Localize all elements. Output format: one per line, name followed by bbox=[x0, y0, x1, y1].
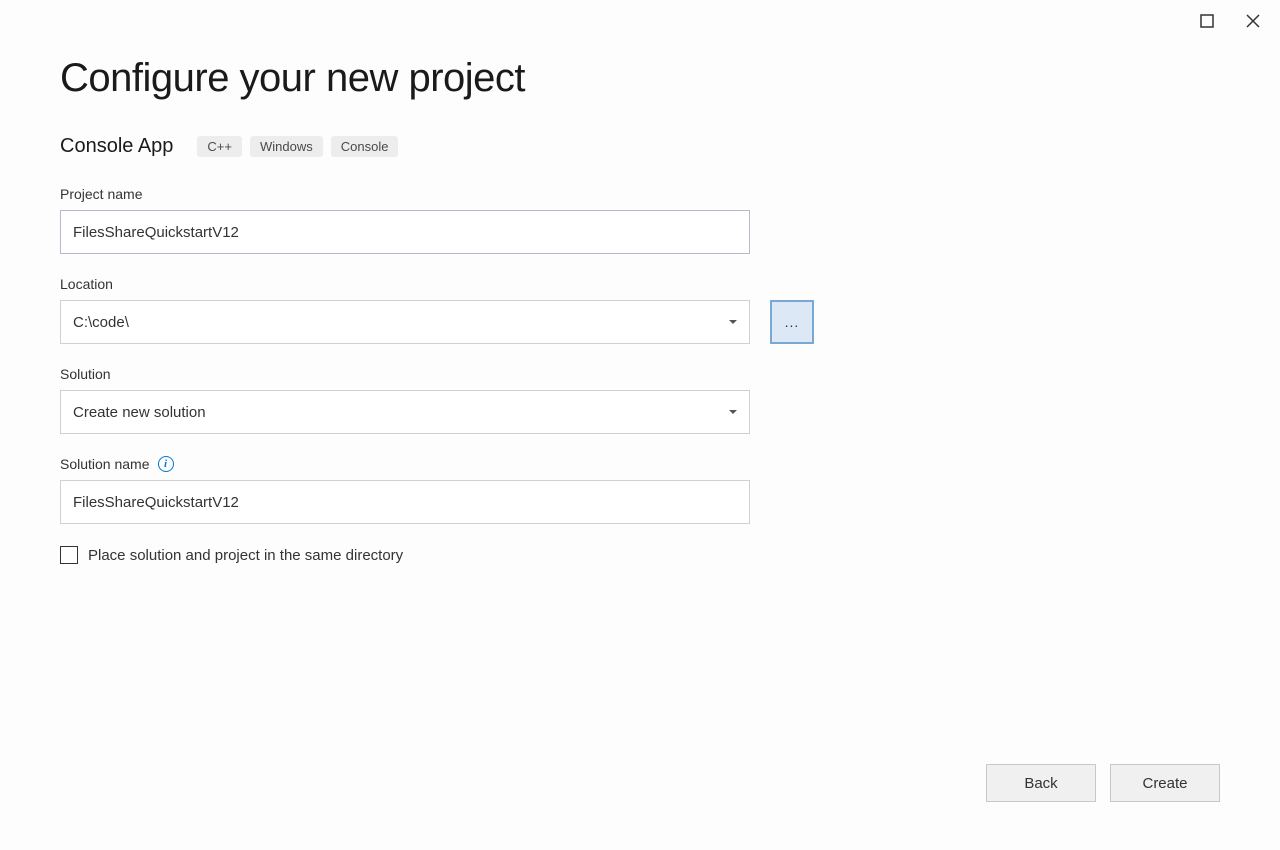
solution-name-label: Solution name bbox=[60, 456, 150, 472]
same-directory-label: Place solution and project in the same d… bbox=[88, 547, 403, 564]
solution-label: Solution bbox=[60, 366, 1220, 382]
create-button[interactable]: Create bbox=[1110, 764, 1220, 802]
tag-windows: Windows bbox=[250, 136, 323, 157]
tag-console: Console bbox=[331, 136, 399, 157]
project-name-input[interactable] bbox=[60, 210, 750, 254]
chevron-down-icon bbox=[729, 320, 737, 324]
chevron-down-icon bbox=[729, 410, 737, 414]
same-directory-checkbox[interactable] bbox=[60, 546, 78, 564]
solution-combobox[interactable]: Create new solution bbox=[60, 390, 750, 434]
project-template-name: Console App bbox=[60, 135, 173, 158]
close-icon[interactable] bbox=[1246, 14, 1260, 33]
location-label: Location bbox=[60, 276, 1220, 292]
page-title: Configure your new project bbox=[60, 56, 1220, 101]
back-button[interactable]: Back bbox=[986, 764, 1096, 802]
project-name-label: Project name bbox=[60, 186, 1220, 202]
info-icon[interactable]: i bbox=[158, 456, 174, 472]
maximize-icon[interactable] bbox=[1200, 14, 1214, 33]
tag-cpp: C++ bbox=[197, 136, 242, 157]
solution-value: Create new solution bbox=[73, 404, 206, 421]
location-value: C:\code\ bbox=[73, 314, 129, 331]
solution-name-input[interactable] bbox=[60, 480, 750, 524]
location-combobox[interactable]: C:\code\ bbox=[60, 300, 750, 344]
browse-button[interactable]: ... bbox=[770, 300, 814, 344]
